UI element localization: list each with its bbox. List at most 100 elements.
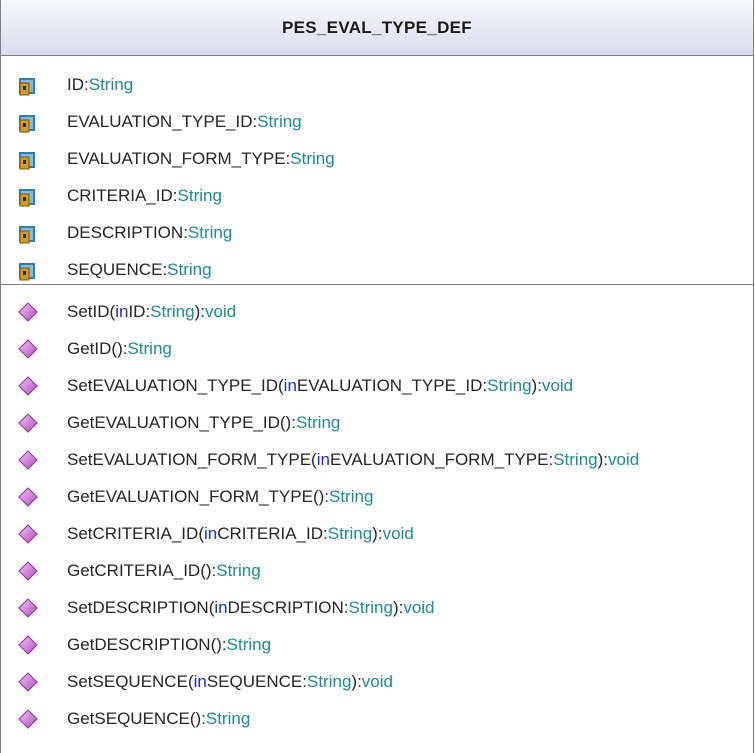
- operation-punct: ():: [189, 708, 206, 728]
- operation-param-direction: in: [214, 597, 228, 617]
- class-header: PES_EVAL_TYPE_DEF: [1, 0, 753, 56]
- field-icon: [19, 262, 35, 280]
- attributes-compartment: ID: String EVALUATION_TYPE_ID: String EVAL…: [1, 56, 753, 285]
- operation-return-type: void: [403, 597, 435, 617]
- operation-param-direction: in: [115, 301, 129, 321]
- operation-param-direction: in: [193, 671, 207, 691]
- operation-return-type: void: [204, 301, 237, 321]
- attribute-name: ID: [67, 74, 84, 94]
- operation-name: SetEVALUATION_FORM_TYPE: [67, 449, 312, 469]
- method-icon: [18, 486, 38, 507]
- operation-name: GetSEQUENCE: [67, 708, 190, 728]
- operation-punct: ):: [351, 671, 362, 691]
- method-icon: [18, 412, 38, 433]
- method-icon: [18, 671, 38, 692]
- operation-punct: ():: [210, 634, 227, 654]
- operations-compartment: SetID(in ID: String): void GetID (): String Se…: [1, 285, 753, 737]
- operation-row[interactable]: GetDESCRIPTION (): String: [1, 626, 753, 663]
- operation-row[interactable]: SetSEQUENCE(in SEQUENCE: String): void: [1, 663, 753, 700]
- operation-row[interactable]: SetDESCRIPTION(in DESCRIPTION: String): vo…: [1, 589, 753, 626]
- class-title: PES_EVAL_TYPE_DEF: [282, 17, 472, 37]
- field-icon: [19, 77, 35, 95]
- method-icon: [18, 634, 38, 655]
- attribute-type: String: [167, 259, 212, 279]
- attribute-name: EVALUATION_TYPE_ID: [67, 111, 253, 131]
- method-icon: [18, 560, 38, 581]
- operation-param-type: String: [553, 449, 598, 469]
- attribute-type: String: [88, 74, 134, 94]
- operation-param-type: String: [150, 301, 195, 321]
- attribute-row[interactable]: EVALUATION_FORM_TYPE: String: [1, 140, 753, 177]
- attribute-name: DESCRIPTION: [67, 222, 184, 242]
- attribute-name: EVALUATION_FORM_TYPE: [67, 148, 286, 168]
- attribute-type: String: [257, 111, 302, 131]
- operation-return-type: String: [295, 412, 341, 432]
- field-icon: [19, 151, 35, 169]
- operation-name: SetDESCRIPTION: [67, 597, 209, 617]
- operation-return-type: String: [328, 486, 374, 506]
- operation-param-name: CRITERIA_ID:: [217, 523, 328, 543]
- uml-class-box[interactable]: PES_EVAL_TYPE_DEF ID: String EVALUATION_T…: [0, 0, 754, 753]
- operation-row[interactable]: GetCRITERIA_ID (): String: [1, 552, 753, 589]
- operation-param-name: ID:: [128, 301, 151, 321]
- operation-punct: ():: [111, 338, 128, 358]
- attribute-row[interactable]: DESCRIPTION: String: [1, 214, 753, 251]
- operation-row[interactable]: SetID(in ID: String): void: [1, 293, 753, 330]
- operation-param-type: String: [327, 523, 373, 543]
- method-icon: [18, 301, 38, 322]
- operation-param-name: SEQUENCE:: [206, 671, 307, 691]
- operation-name: SetID: [67, 301, 110, 321]
- operation-name: GetEVALUATION_TYPE_ID: [67, 412, 280, 432]
- operation-row[interactable]: GetSEQUENCE (): String: [1, 700, 753, 737]
- operation-return-type: String: [216, 560, 261, 580]
- operation-param-type: String: [306, 671, 352, 691]
- operation-punct: ():: [200, 560, 217, 580]
- operation-punct: ():: [312, 486, 329, 506]
- method-icon: [18, 523, 38, 544]
- operation-name: GetEVALUATION_FORM_TYPE: [67, 486, 313, 506]
- operation-param-name: EVALUATION_FORM_TYPE:: [329, 449, 554, 469]
- operation-punct: ():: [279, 412, 296, 432]
- method-icon: [18, 375, 38, 396]
- operation-row[interactable]: GetEVALUATION_TYPE_ID (): String: [1, 404, 753, 441]
- operation-punct: ):: [597, 449, 609, 469]
- operation-name: GetDESCRIPTION: [67, 634, 211, 654]
- operation-row[interactable]: SetEVALUATION_FORM_TYPE(in EVALUATION_FO…: [1, 441, 753, 478]
- operation-return-type: void: [361, 671, 393, 691]
- operation-row[interactable]: SetCRITERIA_ID(in CRITERIA_ID: String): vo…: [1, 515, 753, 552]
- operation-name: SetCRITERIA_ID: [67, 523, 199, 543]
- operation-name: GetID: [67, 338, 112, 358]
- operation-punct: ):: [531, 375, 542, 395]
- operation-return-type: void: [541, 375, 574, 395]
- operation-param-type: String: [348, 597, 393, 617]
- attribute-type: String: [290, 148, 335, 168]
- attribute-row[interactable]: CRITERIA_ID: String: [1, 177, 753, 214]
- operation-row[interactable]: SetEVALUATION_TYPE_ID(in EVALUATION_TYPE…: [1, 367, 753, 404]
- operation-param-direction: in: [316, 449, 330, 469]
- operation-return-type: String: [226, 634, 272, 654]
- operation-return-type: void: [608, 449, 640, 469]
- attribute-row[interactable]: ID: String: [1, 66, 753, 103]
- attribute-type: String: [177, 185, 222, 205]
- attribute-type: String: [187, 222, 233, 242]
- operation-return-type: void: [382, 523, 414, 543]
- operation-name: SetEVALUATION_TYPE_ID: [67, 375, 278, 395]
- attribute-row[interactable]: EVALUATION_TYPE_ID: String: [1, 103, 753, 140]
- operation-param-type: String: [487, 375, 532, 395]
- method-icon: [18, 597, 38, 618]
- operation-param-direction: in: [283, 375, 297, 395]
- attribute-row[interactable]: SEQUENCE: String: [1, 251, 753, 288]
- operation-param-name: DESCRIPTION:: [227, 597, 349, 617]
- operation-return-type: String: [205, 708, 251, 728]
- operation-return-type: String: [127, 338, 172, 358]
- operation-punct: ):: [372, 523, 383, 543]
- operation-param-name: EVALUATION_TYPE_ID:: [296, 375, 488, 395]
- operation-param-direction: in: [203, 523, 218, 543]
- method-icon: [18, 449, 38, 470]
- operation-punct: ):: [194, 301, 205, 321]
- attribute-name: CRITERIA_ID: [67, 185, 173, 205]
- attribute-name: SEQUENCE: [67, 259, 163, 279]
- operation-punct: ):: [392, 597, 404, 617]
- operation-row[interactable]: GetID (): String: [1, 330, 753, 367]
- operation-row[interactable]: GetEVALUATION_FORM_TYPE (): String: [1, 478, 753, 515]
